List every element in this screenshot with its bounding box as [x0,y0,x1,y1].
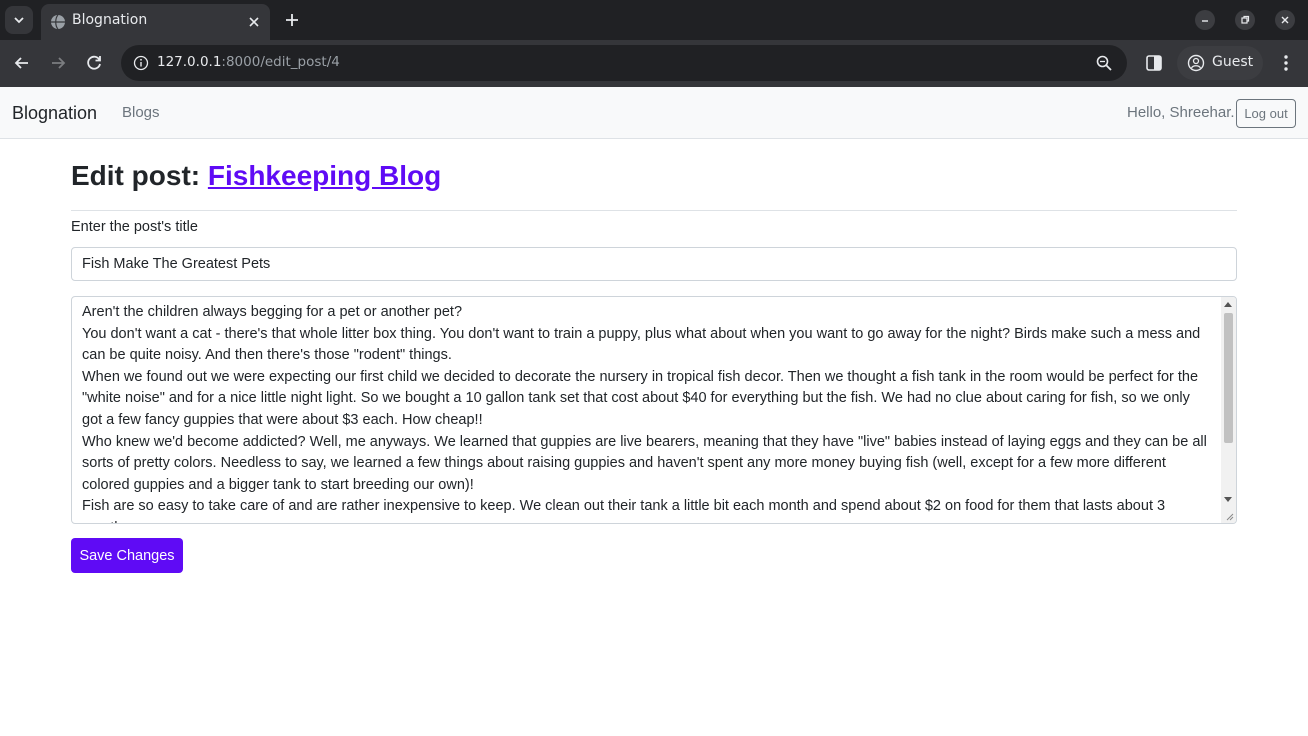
scroll-down-arrow-icon[interactable] [1224,497,1232,502]
url-host: 127.0.0.1 [157,54,222,70]
browser-tab[interactable]: Blognation [41,4,270,40]
tab-search-button[interactable] [5,6,33,34]
window-close-button[interactable] [1275,10,1295,30]
browser-tabstrip: Blognation [0,0,1308,40]
reload-icon[interactable] [83,52,105,74]
scroll-up-arrow-icon[interactable] [1224,302,1232,307]
info-icon[interactable] [133,55,149,71]
zoom-icon[interactable] [1095,54,1113,72]
browser-toolbar: 127.0.0.1:8000/edit_post/4 Guest [0,40,1308,87]
new-tab-icon[interactable] [282,10,302,30]
minimize-icon [1202,20,1208,22]
save-changes-button[interactable]: Save Changes [71,538,183,573]
forward-arrow-icon[interactable] [47,52,69,74]
address-bar[interactable]: 127.0.0.1:8000/edit_post/4 [121,45,1127,81]
more-menu-icon[interactable] [1275,52,1297,74]
restore-button[interactable] [1235,10,1255,30]
scroll-thumb[interactable] [1224,313,1233,443]
title-label: Enter the post's title [71,219,198,235]
page-title: Edit post: Fishkeeping Blog [71,160,441,192]
body-line: You don't want a cat - there's that whol… [82,325,1201,364]
url-text: 127.0.0.1:8000/edit_post/4 [157,54,340,70]
chevron-down-icon [14,17,24,24]
side-panel-icon[interactable] [1143,52,1165,74]
profile-label: Guest [1212,54,1254,70]
minimize-button[interactable] [1195,10,1215,30]
body-text: Aren't the children always begging for a… [82,302,1214,523]
site-navbar: Blognation Blogs Hello, Shreehar. Log ou… [0,87,1308,139]
restore-icon [1241,15,1250,24]
site-brand[interactable]: Blognation [12,103,97,124]
profile-button[interactable]: Guest [1177,46,1263,80]
page-title-prefix: Edit post: [71,160,208,191]
divider [71,210,1237,211]
body-line: When we found out we were expecting our … [82,368,1199,428]
url-path: :8000/edit_post/4 [221,54,340,70]
close-icon [1281,16,1289,24]
resize-grip-icon[interactable] [1226,513,1234,521]
nav-link-blogs[interactable]: Blogs [122,104,160,121]
back-arrow-icon[interactable] [11,52,33,74]
user-icon [1187,54,1205,72]
blog-link[interactable]: Fishkeeping Blog [208,160,441,191]
close-icon[interactable] [246,14,262,30]
globe-icon [51,14,65,30]
body-line: Fish are so easy to take care of and are… [82,498,1166,523]
body-line: Who knew we'd become addicted? Well, me … [82,433,1207,493]
textarea-scrollbar[interactable] [1221,297,1236,523]
title-input[interactable] [71,247,1237,281]
tab-title: Blognation [72,12,148,28]
body-textarea[interactable]: Aren't the children always begging for a… [71,296,1237,524]
user-greeting: Hello, Shreehar. [1127,104,1235,121]
body-line: Aren't the children always begging for a… [82,304,463,320]
logout-button[interactable]: Log out [1236,99,1296,128]
